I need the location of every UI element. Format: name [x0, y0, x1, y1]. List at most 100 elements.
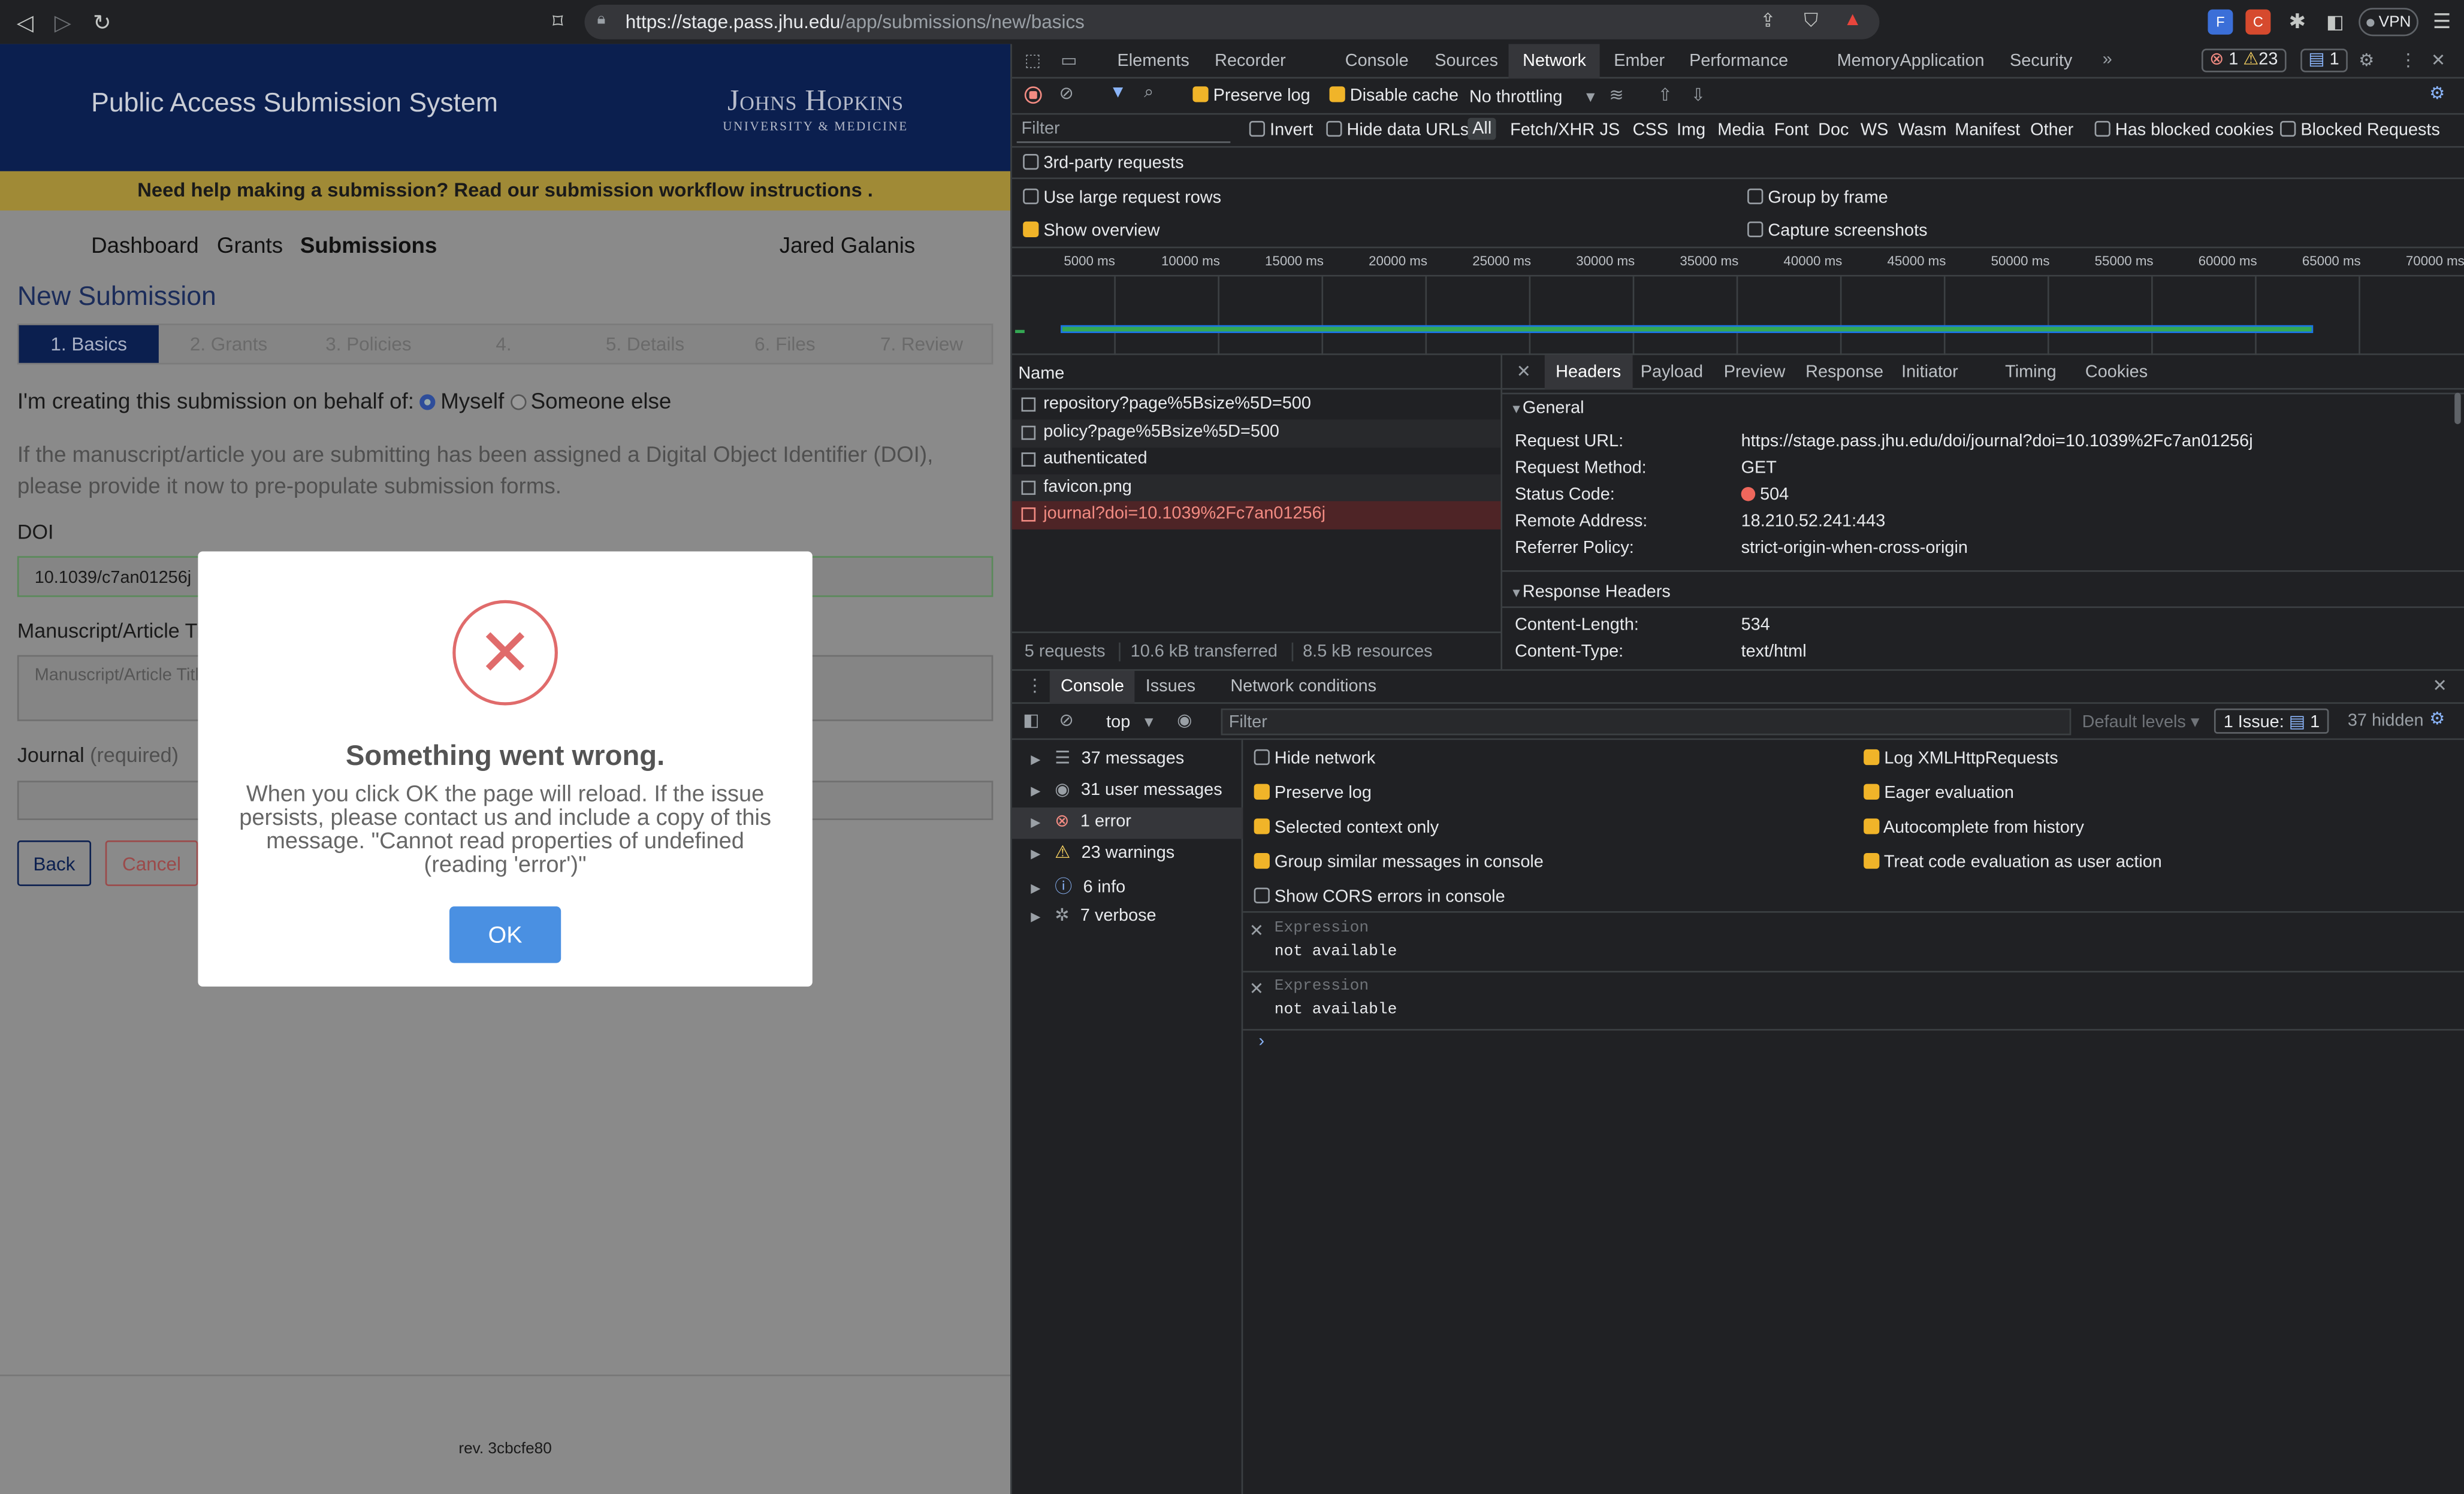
- step-grants[interactable]: 2. Grants: [159, 325, 298, 363]
- hide-data-urls-toggle[interactable]: Hide data URLs: [1326, 120, 1469, 140]
- request-row[interactable]: authenticated: [1012, 446, 1501, 474]
- brave-shield-icon[interactable]: ⛉: [1804, 10, 1819, 33]
- record-icon[interactable]: [1024, 86, 1042, 104]
- request-row[interactable]: repository?page%5Bsize%5D=500: [1012, 391, 1501, 419]
- eager-eval-checkbox[interactable]: [1864, 784, 1880, 800]
- sidebar-warnings[interactable]: ▶ ⚠ 23 warnings: [1031, 842, 1243, 873]
- third-party-checkbox[interactable]: [1023, 154, 1039, 170]
- drawer-menu-icon[interactable]: ⋮: [1026, 676, 1043, 695]
- third-party-toggle[interactable]: 3rd-party requests: [1023, 154, 1184, 173]
- remove-expression-icon[interactable]: ✕: [1249, 921, 1264, 940]
- cors-errors-checkbox[interactable]: [1254, 887, 1270, 903]
- inspect-element-icon[interactable]: ⬚: [1025, 50, 1041, 71]
- console-prompt[interactable]: ›: [1243, 1030, 2464, 1494]
- kebab-menu-icon[interactable]: ⋮: [2399, 50, 2417, 71]
- invert-checkbox[interactable]: [1249, 120, 1266, 137]
- drawer-tab-network-conditions[interactable]: Network conditions: [1230, 671, 1376, 706]
- step-basics[interactable]: 1. Basics: [19, 325, 159, 363]
- blocked-requests-toggle[interactable]: Blocked Requests: [2280, 120, 2440, 140]
- extension-a-icon[interactable]: F: [2208, 9, 2233, 35]
- treat-eval-checkbox[interactable]: [1864, 853, 1880, 869]
- treat-eval-toggle[interactable]: Treat code evaluation as user action: [1864, 853, 2162, 872]
- console-issues-button[interactable]: 1 Issue: ▤ 1: [2214, 708, 2329, 734]
- tab-ember[interactable]: Ember: [1614, 44, 1665, 78]
- import-har-icon[interactable]: ⇧: [1658, 85, 1672, 105]
- nav-submissions[interactable]: Submissions: [300, 232, 437, 258]
- request-row[interactable]: policy?page%5Bsize%5D=500: [1011, 419, 1501, 447]
- nav-grants[interactable]: Grants: [217, 232, 283, 258]
- filter-css[interactable]: CSS: [1633, 121, 1668, 140]
- tab-recorder[interactable]: Recorder: [1215, 44, 1286, 78]
- blocked-cookies-toggle[interactable]: Has blocked cookies: [2094, 120, 2273, 140]
- name-column-header[interactable]: Name: [1011, 355, 1503, 390]
- group-similar-checkbox[interactable]: [1254, 853, 1270, 869]
- search-icon[interactable]: ⌕: [1144, 83, 1154, 104]
- filter-doc[interactable]: Doc: [1818, 121, 1849, 140]
- tab-performance[interactable]: Performance: [1689, 44, 1788, 78]
- bookmark-icon[interactable]: ⌑: [542, 6, 573, 37]
- request-row-error[interactable]: journal?doi=10.1039%2Fc7an01256j: [1011, 501, 1501, 529]
- console-clear-icon[interactable]: ⊘: [1059, 710, 1073, 730]
- filter-all[interactable]: All: [1467, 117, 1497, 140]
- tab-application[interactable]: Application: [1900, 44, 1984, 78]
- details-scrollbar[interactable]: [2454, 392, 2461, 425]
- menu-icon[interactable]: ☰: [2429, 10, 2454, 35]
- extension-b-icon[interactable]: C: [2245, 9, 2271, 35]
- console-preserve-log-checkbox[interactable]: [1254, 784, 1270, 800]
- tab-sources[interactable]: Sources: [1435, 44, 1498, 78]
- filter-wasm[interactable]: Wasm: [1898, 121, 1947, 140]
- tab-payload[interactable]: Payload: [1641, 355, 1703, 390]
- filter-icon[interactable]: ▼: [1109, 83, 1127, 102]
- nav-dashboard[interactable]: Dashboard: [91, 232, 199, 258]
- invert-toggle[interactable]: Invert: [1249, 120, 1313, 140]
- tab-preview[interactable]: Preview: [1724, 355, 1786, 390]
- filter-img[interactable]: Img: [1677, 121, 1705, 140]
- live-expression-eye-icon[interactable]: ◉: [1177, 710, 1192, 730]
- throttling-select[interactable]: No throttling ▾: [1469, 86, 1595, 107]
- tab-cookies[interactable]: Cookies: [2085, 355, 2148, 390]
- radio-myself[interactable]: [420, 394, 436, 410]
- tab-memory[interactable]: Memory: [1837, 44, 1900, 78]
- capture-screenshots-checkbox[interactable]: [1747, 221, 1764, 237]
- nav-user[interactable]: Jared Galanis: [780, 232, 916, 258]
- step-files[interactable]: 6. Files: [715, 325, 854, 363]
- network-settings-icon[interactable]: ⚙: [2429, 83, 2445, 104]
- log-xhr-checkbox[interactable]: [1864, 749, 1880, 766]
- tab-response[interactable]: Response: [1805, 355, 1883, 390]
- step-details[interactable]: 5. Details: [575, 325, 715, 363]
- more-tabs-icon[interactable]: »: [2103, 50, 2112, 69]
- blocked-cookies-checkbox[interactable]: [2094, 120, 2110, 137]
- export-har-icon[interactable]: ⇩: [1691, 85, 1705, 105]
- group-frame-toggle[interactable]: Group by frame: [1747, 188, 1888, 207]
- filter-manifest[interactable]: Manifest: [1955, 121, 2020, 140]
- sidebar-info[interactable]: ▶ ⓘ 6 info: [1031, 873, 1243, 905]
- preserve-log-toggle[interactable]: Preserve log: [1192, 86, 1310, 105]
- autocomplete-toggle[interactable]: Autocomplete from history: [1864, 818, 2084, 837]
- response-headers-section[interactable]: ▼Response Headers: [1510, 583, 1671, 601]
- sidebar-messages[interactable]: ▶ ☰ 37 messages: [1031, 748, 1243, 779]
- show-overview-toggle[interactable]: Show overview: [1023, 221, 1159, 240]
- default-levels-select[interactable]: Default levels ▾: [2082, 712, 2200, 732]
- close-devtools-icon[interactable]: ✕: [2431, 50, 2445, 71]
- console-settings-icon[interactable]: ⚙: [2429, 709, 2445, 728]
- step-4[interactable]: 4.: [434, 325, 573, 363]
- filter-font[interactable]: Font: [1774, 121, 1809, 140]
- large-rows-toggle[interactable]: Use large request rows: [1023, 188, 1221, 207]
- network-conditions-icon[interactable]: ≋: [1609, 85, 1623, 105]
- expression-label[interactable]: Expression: [1275, 921, 1369, 938]
- preserve-log-checkbox[interactable]: [1192, 86, 1209, 102]
- show-overview-checkbox[interactable]: [1023, 221, 1039, 237]
- sidebar-verbose[interactable]: ▶ ✲ 7 verbose: [1031, 905, 1243, 936]
- blocked-requests-checkbox[interactable]: [2280, 120, 2296, 137]
- tab-initiator[interactable]: Initiator: [1901, 355, 1958, 390]
- hide-network-toggle[interactable]: Hide network: [1254, 749, 1375, 768]
- tab-network[interactable]: Network: [1508, 44, 1601, 79]
- group-frame-checkbox[interactable]: [1747, 188, 1764, 204]
- step-policies[interactable]: 3. Policies: [298, 325, 438, 363]
- expression-label[interactable]: Expression: [1275, 979, 1369, 996]
- autocomplete-checkbox[interactable]: [1864, 818, 1880, 834]
- hide-data-urls-checkbox[interactable]: [1326, 120, 1342, 137]
- reload-icon[interactable]: ↻: [86, 6, 117, 37]
- clear-icon[interactable]: ⊘: [1059, 83, 1073, 104]
- selected-context-toggle[interactable]: Selected context only: [1254, 818, 1439, 837]
